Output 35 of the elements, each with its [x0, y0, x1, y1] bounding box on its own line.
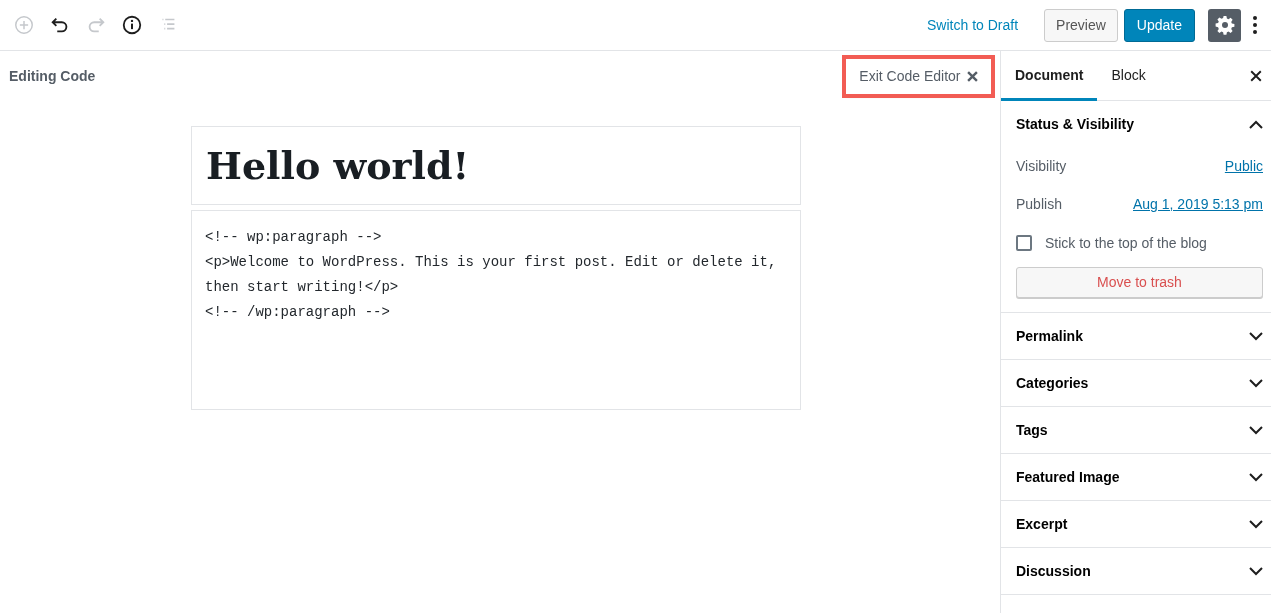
chevron-down-icon — [1249, 519, 1263, 529]
settings-button[interactable] — [1208, 8, 1241, 42]
field-value-link[interactable]: Aug 1, 2019 5:13 pm — [1133, 193, 1263, 215]
sidebar-tab[interactable]: Document — [1001, 50, 1098, 101]
panel-header[interactable]: Permalink — [1001, 313, 1271, 359]
panel-header[interactable]: Excerpt — [1001, 501, 1271, 547]
panel-header[interactable]: Featured Image — [1001, 454, 1271, 500]
info-icon[interactable] — [121, 14, 143, 36]
post-title-field[interactable]: Hello world! — [191, 126, 801, 206]
field-label: Visibility — [1016, 156, 1067, 176]
move-to-trash-button[interactable]: Move to trash — [1016, 267, 1263, 298]
close-icon — [967, 71, 978, 82]
panel-header[interactable]: Tags — [1001, 407, 1271, 453]
field-value-link[interactable]: Public — [1224, 155, 1263, 177]
checkbox-label: Stick to the top of the blog — [1045, 233, 1207, 253]
chevron-down-icon — [1249, 472, 1263, 482]
checkbox[interactable] — [1016, 235, 1032, 251]
preview-button[interactable]: Preview — [1044, 8, 1118, 42]
update-button[interactable]: Update — [1123, 8, 1195, 42]
more-icon — [1252, 15, 1258, 36]
switch-to-draft-link[interactable]: Switch to Draft — [927, 14, 1019, 36]
sidebar-tab[interactable]: Block — [1097, 50, 1160, 101]
chevron-down-icon — [1249, 331, 1263, 341]
field-label: Publish — [1016, 194, 1062, 214]
chevron-down-icon — [1249, 425, 1263, 435]
chevron-down-icon — [1249, 378, 1263, 388]
panel-header[interactable]: Discussion — [1001, 548, 1271, 594]
code-editor-field[interactable]: <!-- wp:paragraph --> <p>Welcome to WordPress. This is your first post. Edit or delete it, then start writing!</p> <!-- /wp:paragraph --> — [191, 210, 801, 411]
close-icon[interactable] — [1250, 69, 1262, 82]
panel-header[interactable]: Status & Visibility — [1001, 101, 1271, 147]
panel-header[interactable]: Categories — [1001, 360, 1271, 406]
chevron-up-icon — [1249, 119, 1263, 129]
chevron-down-icon — [1249, 566, 1263, 576]
editor-mode-label: Editing Code — [9, 67, 96, 86]
settings-icon — [1214, 15, 1235, 35]
